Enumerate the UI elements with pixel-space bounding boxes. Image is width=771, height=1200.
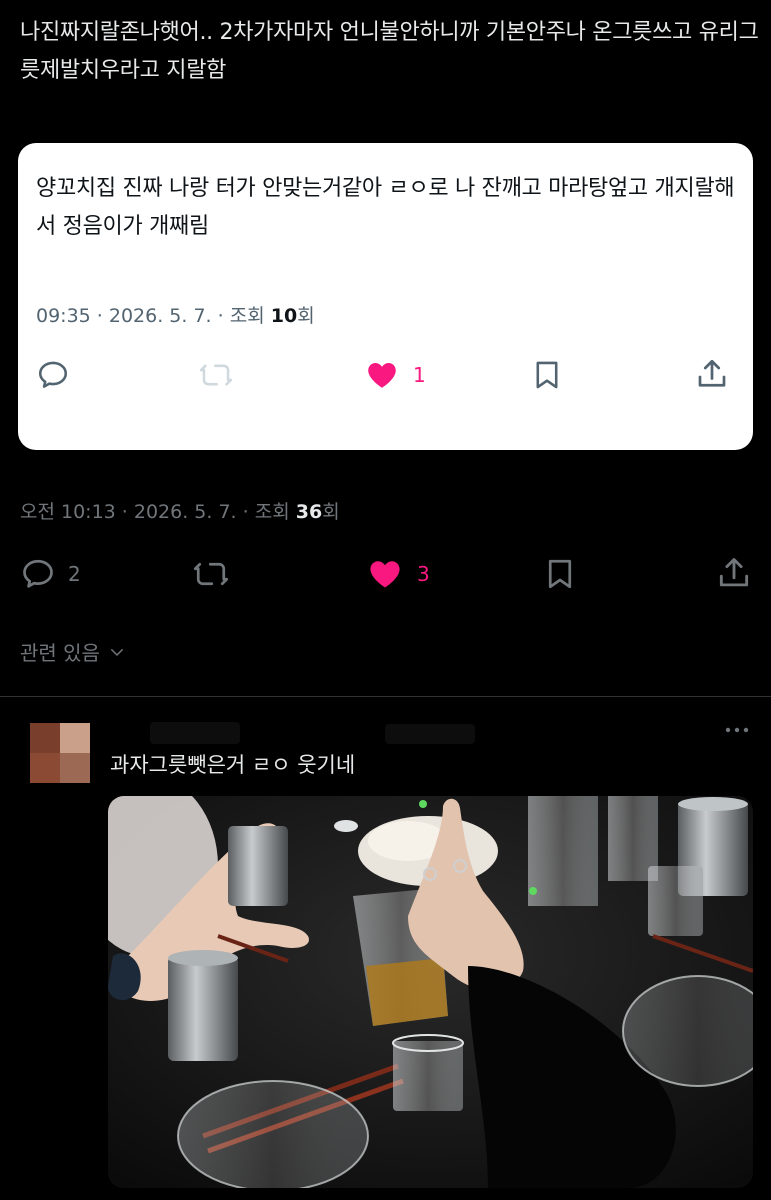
related-filter-label: 관련 있음: [20, 641, 100, 665]
quoted-post-card[interactable]: 양꼬치집 진짜 나랑 터가 안맞는거같아 ㄹㅇ로 나 잔깨고 마라탕엎고 개지랄…: [18, 143, 753, 450]
post-text: 나진짜지랄존나햇어.. 2차가자마자 언니불안하니까 기본안주나 온그릇쓰고 유…: [20, 20, 759, 83]
reply-author-name-redacted: [150, 722, 240, 744]
reply-author-handle-redacted: [385, 724, 475, 744]
bookmark-button[interactable]: [542, 556, 578, 592]
share-icon: [719, 558, 749, 587]
quoted-post-text: 양꼬치집 진짜 나랑 터가 안맞는거같아 ㄹㅇ로 나 잔깨고 마라탕엎고 개지랄…: [36, 176, 735, 239]
quoted-post-time: 09:35 · 2026. 5. 7. · 조회: [36, 305, 271, 327]
heart-icon: [370, 561, 400, 588]
post-views-suffix: 회: [322, 501, 340, 523]
retweet-icon: [199, 364, 233, 386]
section-divider: [0, 696, 771, 697]
quote-share-button[interactable]: [694, 356, 730, 392]
share-icon: [698, 359, 726, 387]
reply-icon: [38, 361, 68, 388]
bookmark-icon: [548, 559, 572, 589]
reply-photo[interactable]: [108, 796, 753, 1188]
like-button[interactable]: 3: [365, 556, 430, 592]
post-views: 36: [295, 501, 323, 523]
post-meta: 오전 10:13 · 2026. 5. 7. · 조회 36회: [20, 497, 340, 524]
heart-icon: [368, 362, 396, 388]
like-count: 3: [417, 562, 430, 586]
quoted-post-meta: 09:35 · 2026. 5. 7. · 조회 10회: [36, 301, 315, 328]
quote-retweet-button[interactable]: [198, 358, 234, 392]
quoted-post-views: 10: [270, 305, 298, 327]
related-filter[interactable]: 관련 있음: [20, 637, 126, 666]
post-time: 오전 10:13 · 2026. 5. 7. · 조회: [20, 501, 296, 523]
more-options-button[interactable]: [722, 722, 752, 741]
chevron-down-icon: [110, 648, 123, 656]
quote-like-button[interactable]: 1: [363, 358, 426, 392]
reply-avatar[interactable]: [30, 723, 90, 783]
more-icon: [725, 727, 749, 733]
quote-like-count: 1: [413, 363, 426, 387]
retweet-button[interactable]: [192, 556, 230, 592]
retweet-icon: [193, 562, 229, 586]
quote-bookmark-button[interactable]: [530, 358, 564, 392]
quote-reply-button[interactable]: [36, 358, 70, 392]
reply-button[interactable]: 2: [20, 556, 81, 592]
reply-count: 2: [68, 562, 81, 586]
share-button[interactable]: [715, 554, 753, 592]
reply-text: 과자그릇뺏은거 ㄹㅇ 웃기네: [110, 753, 356, 777]
reply-icon: [23, 559, 53, 588]
bookmark-icon: [536, 361, 558, 389]
quoted-post-views-suffix: 회: [297, 305, 315, 327]
photo-drinks-table: [108, 796, 753, 1188]
